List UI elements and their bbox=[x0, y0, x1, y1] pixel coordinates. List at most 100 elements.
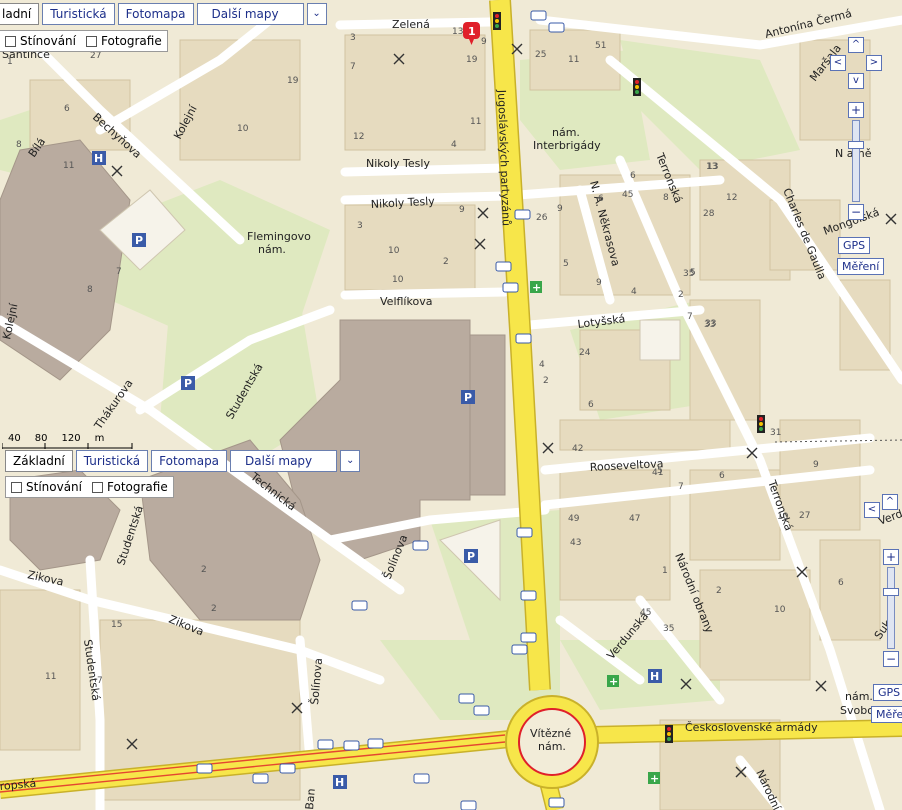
house-number: 12 bbox=[726, 193, 737, 203]
svg-text:P: P bbox=[184, 377, 192, 390]
pan-up-icon[interactable]: ^ bbox=[848, 37, 864, 53]
checkbox-fotografie-top[interactable]: Fotografie bbox=[86, 34, 162, 48]
label-vitezne-nam-1: Vítězné bbox=[530, 727, 571, 740]
pan-up-icon[interactable]: ^ bbox=[882, 494, 898, 510]
marker-number: 1 bbox=[468, 25, 476, 38]
mereni-button[interactable]: Měření bbox=[837, 258, 885, 275]
house-number: 2 bbox=[201, 565, 207, 575]
map-type-bar-mid: Základní Turistická Fotomapa Další mapy … bbox=[5, 450, 361, 472]
checkbox-stinovani-mid[interactable]: Stínování bbox=[11, 480, 82, 494]
house-number: 26 bbox=[536, 213, 548, 223]
house-number: 11 bbox=[63, 161, 74, 171]
pan-control-lower: ^ < bbox=[864, 494, 902, 546]
scale-ruler bbox=[2, 443, 133, 449]
house-number: 9 bbox=[459, 205, 465, 215]
label-nam-svobody-1: nám. bbox=[845, 690, 873, 703]
house-number: 10 bbox=[392, 275, 404, 285]
mereni-button-lower[interactable]: Měře bbox=[871, 706, 902, 723]
checkbox-box[interactable] bbox=[92, 481, 103, 493]
label-nam-interbrigady-2: Interbrigády bbox=[533, 139, 601, 152]
house-number: 10 bbox=[777, 512, 789, 522]
tab-fotomapa-top[interactable]: Fotomapa bbox=[117, 3, 194, 25]
svg-text:P: P bbox=[467, 550, 475, 563]
overlay-options-mid: Stínování Fotografie bbox=[5, 476, 174, 498]
house-number: 43 bbox=[570, 538, 581, 548]
map-canvas[interactable]: Zelená Antonína Čermá Jugoslávských part… bbox=[0, 0, 902, 810]
tram-stop-icon bbox=[515, 333, 532, 344]
tab-zakladni-top[interactable]: ladní bbox=[0, 3, 40, 25]
dropdown-label: Další mapy bbox=[245, 454, 313, 468]
pan-left-icon[interactable]: < bbox=[830, 55, 846, 71]
zoom-out-icon[interactable]: − bbox=[883, 651, 899, 667]
dropdown-dalsi-mapy-mid[interactable]: Další mapy bbox=[230, 450, 338, 472]
house-number: 24 bbox=[579, 348, 591, 358]
house-number: 35 bbox=[663, 624, 674, 634]
dropdown-dalsi-mapy-top[interactable]: Další mapy bbox=[196, 3, 304, 25]
house-number: 6 bbox=[64, 104, 70, 114]
house-number: 2 bbox=[716, 586, 722, 596]
house-number: 45 bbox=[622, 190, 633, 200]
hospital-icon: H bbox=[92, 151, 106, 165]
checkbox-box[interactable] bbox=[86, 35, 97, 47]
pharmacy-icon: + bbox=[607, 675, 619, 688]
pan-down-icon[interactable]: v bbox=[848, 73, 864, 89]
tab-zakladni-mid[interactable]: Základní bbox=[5, 450, 73, 472]
label-flemingovo-1: Flemingovo bbox=[247, 230, 311, 243]
zoom-slider[interactable] bbox=[883, 567, 899, 649]
tram-stop-icon bbox=[502, 282, 519, 293]
house-number: 51 bbox=[595, 41, 606, 51]
tram-stop-icon bbox=[548, 22, 565, 33]
house-number: 7 bbox=[678, 482, 684, 492]
gps-button[interactable]: GPS bbox=[838, 237, 871, 254]
house-number: 3 bbox=[357, 221, 363, 231]
house-number: 6 bbox=[838, 578, 844, 588]
checkbox-box[interactable] bbox=[5, 35, 16, 47]
house-number: 4 bbox=[539, 360, 545, 370]
street-zelena: Zelená bbox=[392, 18, 430, 31]
zoom-in-icon[interactable]: + bbox=[883, 549, 899, 565]
zoom-thumb[interactable] bbox=[883, 588, 899, 596]
tram-stop-icon bbox=[520, 590, 537, 601]
tab-turisticka-mid[interactable]: Turistická bbox=[75, 450, 149, 472]
house-number: 9 bbox=[596, 278, 602, 288]
dropdown-label: Další mapy bbox=[211, 7, 279, 21]
pan-left-icon[interactable]: < bbox=[864, 502, 880, 518]
zoom-out-icon[interactable]: − bbox=[848, 204, 864, 220]
chevron-down-icon[interactable]: ⌄ bbox=[306, 3, 327, 25]
house-number: 7 bbox=[116, 267, 122, 277]
house-number: 10 bbox=[388, 246, 400, 256]
house-number: 12 bbox=[353, 132, 364, 142]
tram-stop-icon bbox=[413, 773, 430, 784]
zoom-thumb[interactable] bbox=[848, 141, 864, 149]
tram-stop-icon bbox=[514, 209, 531, 220]
house-number: 8 bbox=[87, 285, 93, 295]
hospital-icon: H bbox=[333, 775, 347, 789]
tram-stop-icon bbox=[196, 763, 213, 774]
house-number: 35 bbox=[683, 269, 694, 279]
tab-fotomapa-mid[interactable]: Fotomapa bbox=[151, 450, 228, 472]
gps-button-lower[interactable]: GPS bbox=[873, 684, 902, 701]
zoom-slider[interactable] bbox=[848, 120, 864, 202]
checkbox-fotografie-mid[interactable]: Fotografie bbox=[92, 480, 168, 494]
svg-text:P: P bbox=[464, 391, 472, 404]
house-number: 2 bbox=[443, 257, 449, 267]
house-number: 6 bbox=[598, 194, 604, 204]
house-number: 31 bbox=[770, 428, 781, 438]
hospital-icon: H bbox=[648, 669, 662, 683]
chevron-down-icon[interactable]: ⌄ bbox=[340, 450, 361, 472]
tram-stop-icon bbox=[473, 705, 490, 716]
svg-text:+: + bbox=[532, 281, 541, 294]
tram-stop-icon bbox=[252, 773, 269, 784]
house-number: 13 bbox=[707, 162, 718, 172]
checkbox-box[interactable] bbox=[11, 481, 22, 493]
pan-right-icon[interactable]: > bbox=[866, 55, 882, 71]
street-nikoly-tesly-1: Nikoly Tesly bbox=[366, 157, 430, 170]
zoom-in-icon[interactable]: + bbox=[848, 102, 864, 118]
house-number: 8 bbox=[16, 140, 22, 150]
tab-turisticka-top[interactable]: Turistická bbox=[42, 3, 115, 25]
svg-text:H: H bbox=[650, 670, 659, 683]
house-number: 7 bbox=[97, 676, 103, 686]
street-velflikova: Velflíkova bbox=[380, 295, 432, 308]
house-number: 6 bbox=[588, 400, 594, 410]
checkbox-stinovani-top[interactable]: Stínování bbox=[5, 34, 76, 48]
